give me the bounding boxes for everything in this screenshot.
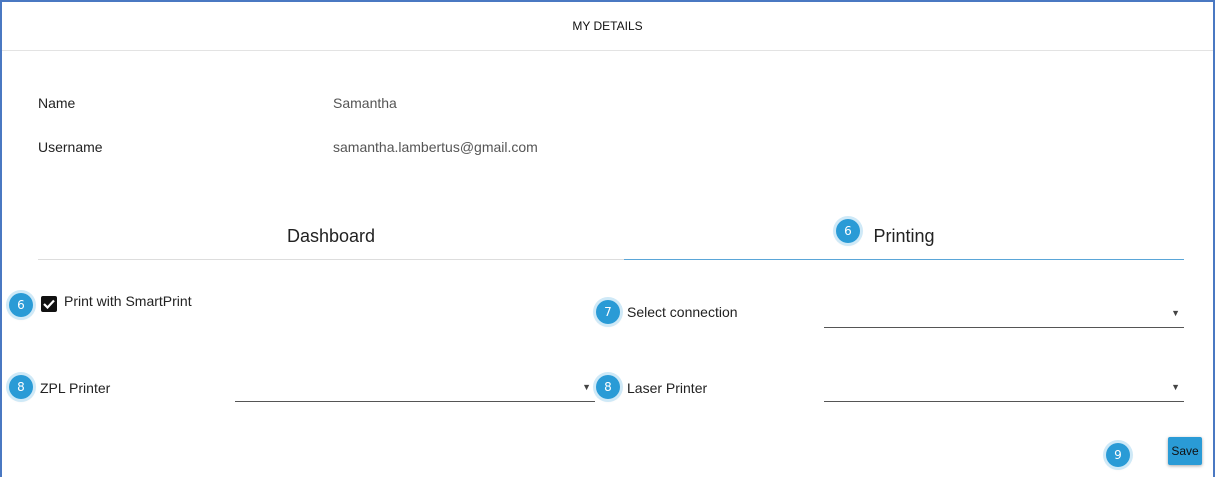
smartprint-label: Print with SmartPrint [64, 293, 192, 309]
laser-label: Laser Printer [627, 380, 708, 396]
save-button-label: Save [1171, 444, 1199, 458]
tab-printing[interactable]: Printing [624, 212, 1184, 260]
callout-badge: 7 [596, 300, 620, 324]
tab-dashboard[interactable]: Dashboard [38, 212, 624, 260]
tab-dashboard-underline [38, 259, 624, 260]
zpl-label: ZPL Printer [40, 380, 111, 396]
username-value: samantha.lambertus@gmail.com [333, 139, 538, 155]
panel-header: MY DETAILS [2, 2, 1213, 51]
zpl-printer-select[interactable]: ▼ [235, 377, 595, 402]
checkmark-icon [43, 299, 55, 309]
callout-badge: 6 [9, 293, 33, 317]
username-label: Username [38, 139, 103, 155]
tab-printing-label: Printing [873, 225, 935, 246]
chevron-down-icon: ▼ [1171, 308, 1180, 318]
callout-badge: 8 [9, 375, 33, 399]
callout-badge: 6 [836, 219, 860, 243]
smartprint-checkbox[interactable] [41, 296, 57, 312]
save-button[interactable]: Save [1168, 437, 1202, 465]
chevron-down-icon: ▼ [1171, 382, 1180, 392]
name-label: Name [38, 95, 76, 111]
callout-badge: 8 [596, 375, 620, 399]
laser-printer-select[interactable]: ▼ [824, 377, 1184, 402]
name-value: Samantha [333, 95, 397, 111]
tab-printing-underline [624, 259, 1184, 260]
tab-dashboard-label: Dashboard [286, 225, 376, 246]
callout-badge: 9 [1106, 443, 1130, 467]
connection-label: Select connection [627, 304, 738, 320]
page-title: MY DETAILS [572, 19, 643, 33]
connection-select[interactable]: ▼ [824, 303, 1184, 328]
chevron-down-icon: ▼ [582, 382, 591, 392]
